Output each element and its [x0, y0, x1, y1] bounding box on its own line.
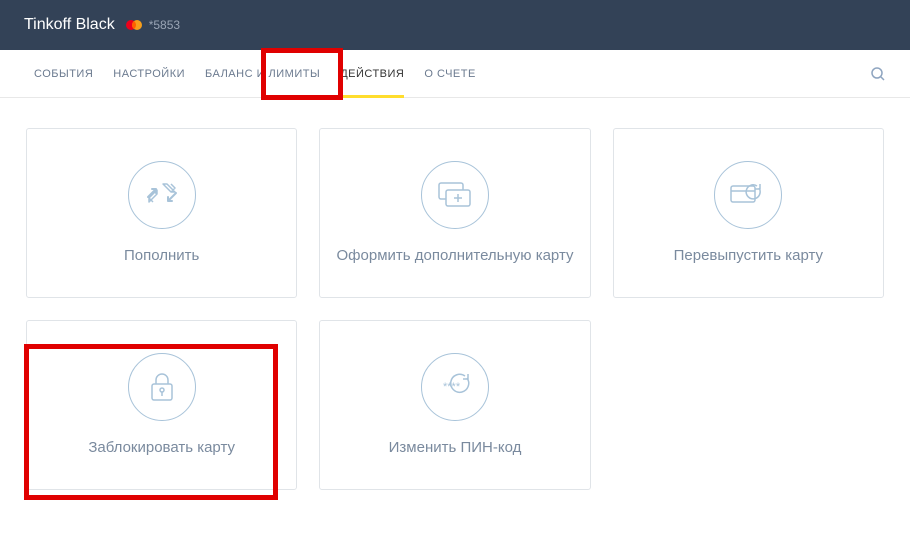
action-change-pin[interactable]: **** Изменить ПИН-код	[319, 320, 590, 490]
tab-actions[interactable]: ДЕЙСТВИЯ	[330, 50, 414, 98]
card-number: *5853	[149, 18, 180, 32]
action-additional-card[interactable]: Оформить дополнительную карту	[319, 128, 590, 298]
search-icon	[870, 66, 886, 82]
lock-icon	[128, 353, 196, 421]
reissue-icon	[714, 161, 782, 229]
action-label: Заблокировать карту	[76, 437, 247, 458]
action-label: Оформить дополнительную карту	[325, 245, 586, 266]
action-label: Перевыпустить карту	[662, 245, 835, 266]
actions-content: Пополнить Оформить дополнительную карту	[0, 98, 910, 520]
action-reissue[interactable]: Перевыпустить карту	[613, 128, 884, 298]
card-title: Tinkoff Black	[24, 16, 115, 34]
action-label: Пополнить	[112, 245, 211, 266]
page-header: Tinkoff Black *5853	[0, 0, 910, 50]
action-topup[interactable]: Пополнить	[26, 128, 297, 298]
action-block[interactable]: Заблокировать карту	[26, 320, 297, 490]
tab-settings[interactable]: НАСТРОЙКИ	[103, 50, 195, 98]
change-pin-icon: ****	[421, 353, 489, 421]
mastercard-icon	[125, 19, 143, 31]
tab-about[interactable]: О СЧЕТЕ	[414, 50, 485, 98]
tab-balance-limits[interactable]: БАЛАНС И ЛИМИТЫ	[195, 50, 330, 98]
topup-icon	[128, 161, 196, 229]
search-button[interactable]	[870, 66, 886, 82]
tabs-row: СОБЫТИЯ НАСТРОЙКИ БАЛАНС И ЛИМИТЫ ДЕЙСТВ…	[0, 50, 910, 98]
tab-events[interactable]: СОБЫТИЯ	[24, 50, 103, 98]
additional-card-icon	[421, 161, 489, 229]
actions-grid: Пополнить Оформить дополнительную карту	[26, 128, 884, 490]
action-label: Изменить ПИН-код	[377, 437, 534, 458]
